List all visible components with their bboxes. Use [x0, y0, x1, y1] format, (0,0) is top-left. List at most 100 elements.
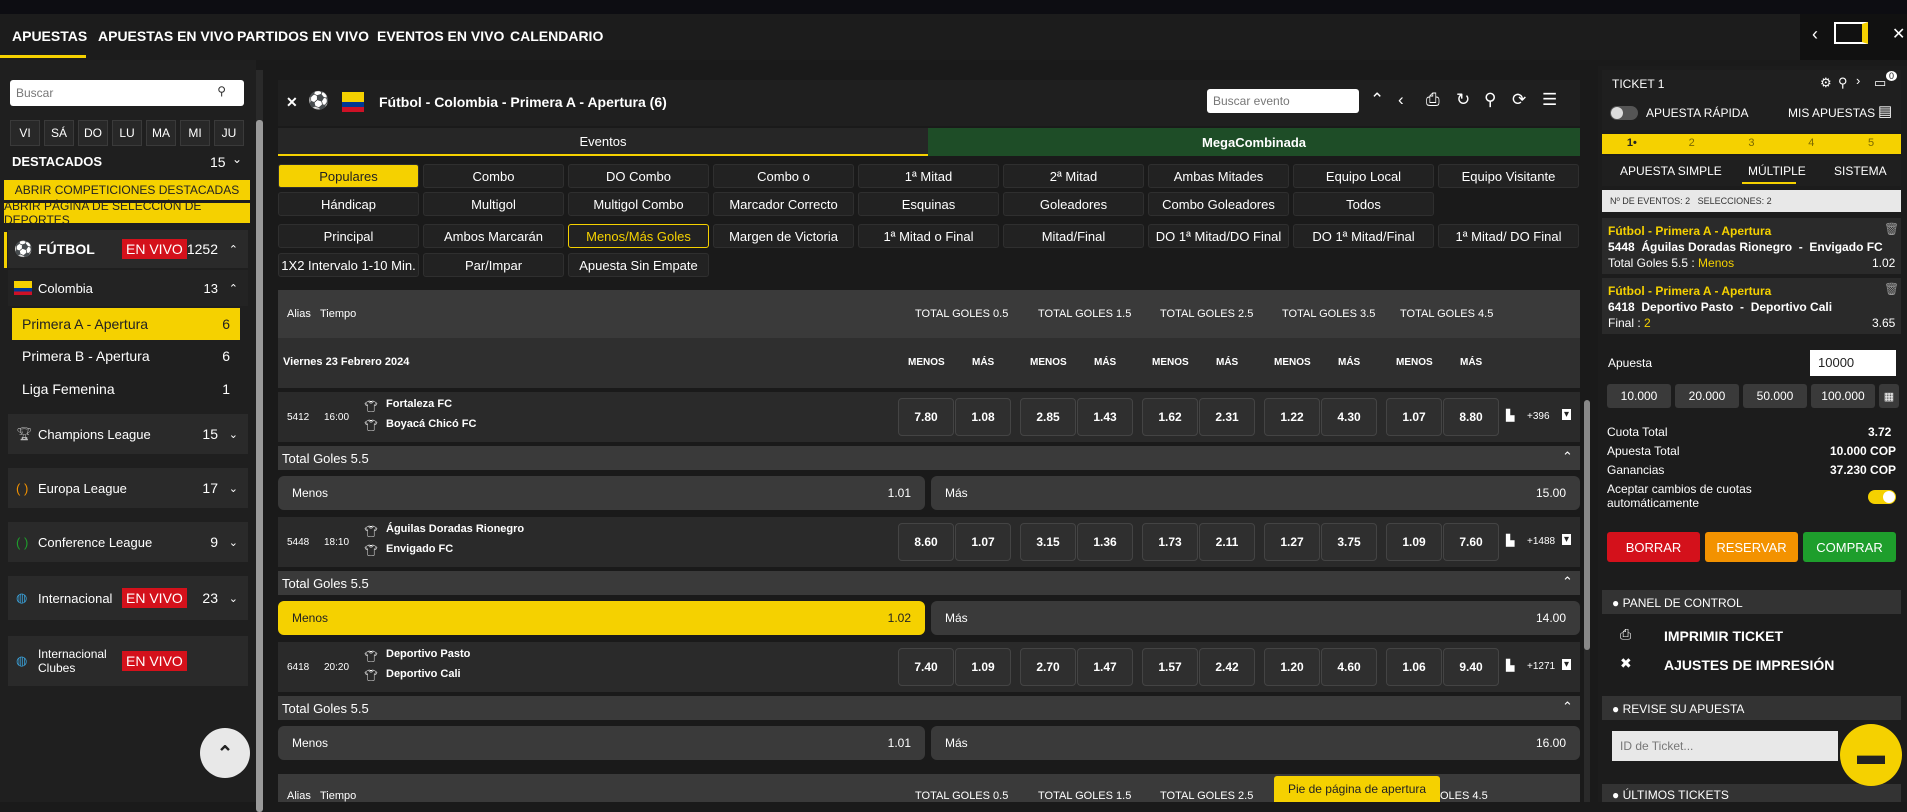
nav-calendario[interactable]: CALENDARIO — [510, 28, 603, 44]
day-do[interactable]: DO — [78, 120, 108, 146]
market-filter-multigol-combo[interactable]: Multigol Combo — [568, 192, 709, 216]
odds-button[interactable]: 2.70 — [1020, 648, 1076, 686]
odds-button[interactable]: 2.85 — [1020, 398, 1076, 436]
match-row[interactable]: 5412 16:00 👕︎ 👕︎ Fortaleza FC Boyacá Chicó FC… — [278, 392, 1580, 442]
sport-futbol[interactable]: ⚽ FÚTBOL EN VIVO 1252 ⌃ — [8, 230, 248, 268]
ticket-id-input[interactable]: ID de Ticket... — [1612, 731, 1838, 761]
ticket-slot-5[interactable]: 5 — [1841, 134, 1901, 154]
odds-button[interactable]: 2.11 — [1199, 523, 1255, 561]
market-filter-multigol[interactable]: Multigol — [423, 192, 564, 216]
clear-button[interactable]: BORRAR — [1607, 532, 1700, 562]
market-filter-par-impar[interactable]: Par/Impar — [423, 253, 564, 277]
competition-conference-league[interactable]: ( ) Conference League 9 ⌄ — [8, 522, 248, 562]
tab-eventos[interactable]: Eventos — [278, 128, 928, 156]
chevron-right-icon[interactable]: › — [1856, 73, 1860, 88]
chevron-left-icon[interactable]: ‹ — [1812, 24, 1818, 45]
odds-button[interactable]: 1.43 — [1077, 398, 1133, 436]
stats-chart-icon[interactable]: ▙ — [1506, 659, 1514, 672]
ticket-slot-4[interactable]: 4 — [1781, 134, 1841, 154]
league-liga-femenina[interactable]: Liga Femenina 1 — [12, 373, 240, 405]
market-filter-equipo-local[interactable]: Equipo Local — [1293, 164, 1434, 188]
market-filter-combo-goleadores[interactable]: Combo Goleadores — [1148, 192, 1289, 216]
review-bet-header[interactable]: ● REVISE SU APUESTA — [1602, 696, 1901, 720]
more-markets-count[interactable]: +1488 — [1527, 536, 1555, 547]
odds-button[interactable]: 1.36 — [1077, 523, 1133, 561]
close-icon[interactable]: ✕ — [286, 94, 298, 111]
home-team[interactable]: Águilas Doradas Rionegro — [386, 523, 524, 535]
quick-bet-toggle[interactable] — [1610, 106, 1638, 120]
competition-champions-league[interactable]: 🏆︎ Champions League 15 ⌄ — [8, 414, 248, 454]
away-team[interactable]: Deportivo Cali — [386, 668, 461, 680]
market-filter-1-mitad[interactable]: 1ª Mitad — [858, 164, 999, 188]
odds-button[interactable]: 7.40 — [898, 648, 954, 686]
odds-button[interactable]: 1.09 — [955, 648, 1011, 686]
odds-button[interactable]: 1.08 — [955, 398, 1011, 436]
chevron-down-icon[interactable]: ⌄ — [232, 152, 242, 166]
odds-button[interactable]: 1.62 — [1142, 398, 1198, 436]
event-search-input[interactable]: Buscar evento — [1207, 89, 1359, 113]
ticket-icon[interactable]: ▭ — [1874, 75, 1886, 91]
odds-button[interactable]: 8.60 — [898, 523, 954, 561]
my-bets-link[interactable]: MIS APUESTAS — [1788, 106, 1875, 120]
pick-over-button[interactable]: Más 15.00 — [931, 476, 1580, 510]
scrollbar-thumb[interactable] — [1584, 400, 1590, 650]
odds-button[interactable]: 1.09 — [1386, 523, 1442, 561]
reload-icon[interactable]: ↻ — [1456, 90, 1470, 110]
market-filter-1-mitad-o-final[interactable]: 1ª Mitad o Final — [858, 224, 999, 248]
market-filter-do-1-mitad-final[interactable]: DO 1ª Mitad/Final — [1293, 224, 1434, 248]
odds-button[interactable]: 1.73 — [1142, 523, 1198, 561]
odds-button[interactable]: 8.80 — [1443, 398, 1499, 436]
country-colombia[interactable]: Colombia 13 ⌃ — [8, 270, 248, 306]
odds-button[interactable]: 1.57 — [1142, 648, 1198, 686]
nav-apuestas-en-vivo[interactable]: APUESTAS EN VIVO — [98, 28, 234, 44]
amount-20000-button[interactable]: 20.000 — [1675, 384, 1739, 408]
market-filter-todos[interactable]: Todos — [1293, 192, 1434, 216]
nav-apuestas[interactable]: APUESTAS — [12, 28, 87, 44]
ticket-slot-2[interactable]: 2 — [1662, 134, 1722, 154]
chat-button[interactable]: ▬ — [1840, 724, 1902, 786]
odds-button[interactable]: 7.80 — [898, 398, 954, 436]
away-team[interactable]: Boyacá Chicó FC — [386, 418, 476, 430]
market-filter-ambos-marcarán[interactable]: Ambos Marcarán — [423, 224, 564, 248]
market-filter-do-combo[interactable]: DO Combo — [568, 164, 709, 188]
competition-europa-league[interactable]: ( ) Europa League 17 ⌄ — [8, 468, 248, 508]
expand-down-icon[interactable]: ▾ — [1562, 409, 1572, 420]
nav-partidos-en-vivo[interactable]: PARTIDOS EN VIVO — [237, 28, 369, 44]
chevron-up-icon[interactable]: ⌃ — [1562, 574, 1573, 590]
league-primera-a[interactable]: Primera A - Apertura 6 — [12, 308, 240, 340]
league-primera-b[interactable]: Primera B - Apertura 6 — [12, 340, 240, 372]
trash-icon[interactable]: 🗑︎ — [1884, 222, 1899, 236]
search-icon[interactable]: ⚲ — [217, 84, 226, 98]
market-filter-1-mitad-do-final[interactable]: 1ª Mitad/ DO Final — [1438, 224, 1579, 248]
pick-under-button[interactable]: Menos 1.01 — [278, 476, 925, 510]
odds-button[interactable]: 1.47 — [1077, 648, 1133, 686]
pick-over-button[interactable]: Más 16.00 — [931, 726, 1580, 760]
open-footer-button[interactable]: Pie de página de apertura — [1274, 776, 1440, 802]
scrollbar-thumb[interactable] — [256, 120, 263, 812]
odds-button[interactable]: 1.06 — [1386, 648, 1442, 686]
nav-eventos-en-vivo[interactable]: EVENTOS EN VIVO — [377, 28, 504, 44]
last-tickets-header[interactable]: ● ÚLTIMOS TICKETS — [1602, 784, 1901, 802]
stats-chart-icon[interactable]: ▙ — [1506, 534, 1514, 547]
odds-button[interactable]: 1.20 — [1264, 648, 1320, 686]
day-sa[interactable]: SÁ — [44, 120, 74, 146]
odds-button[interactable]: 9.40 — [1443, 648, 1499, 686]
receipt-icon[interactable]: ▤ — [1878, 102, 1892, 120]
print-icon[interactable]: ⎙ — [1426, 90, 1440, 110]
accept-odds-toggle[interactable] — [1868, 490, 1896, 504]
odds-button[interactable]: 2.42 — [1199, 648, 1255, 686]
layout-toggle-icon[interactable] — [1834, 22, 1868, 44]
market-filter-menos-más-goles[interactable]: Menos/Más Goles — [568, 224, 709, 248]
odds-button[interactable]: 7.60 — [1443, 523, 1499, 561]
sidebar-search-input[interactable]: Buscar ⚲ — [10, 80, 244, 106]
market-filter-ambas-mitades[interactable]: Ambas Mitades — [1148, 164, 1289, 188]
market-filter-marcador-correcto[interactable]: Marcador Correcto — [713, 192, 854, 216]
market-filter-esquinas[interactable]: Esquinas — [858, 192, 999, 216]
calculator-icon[interactable]: ▦ — [1879, 384, 1899, 408]
market-group-header[interactable]: Total Goles 5.5 ⌃ — [278, 696, 1580, 720]
day-lu[interactable]: LU — [112, 120, 142, 146]
amount-100000-button[interactable]: 100.000 — [1811, 384, 1875, 408]
scroll-to-top-button[interactable]: ⌃ — [200, 728, 250, 778]
buy-button[interactable]: COMPRAR — [1803, 532, 1896, 562]
match-row[interactable]: 5448 18:10 👕︎ 👕︎ Águilas Doradas Rionegro Env… — [278, 517, 1580, 567]
